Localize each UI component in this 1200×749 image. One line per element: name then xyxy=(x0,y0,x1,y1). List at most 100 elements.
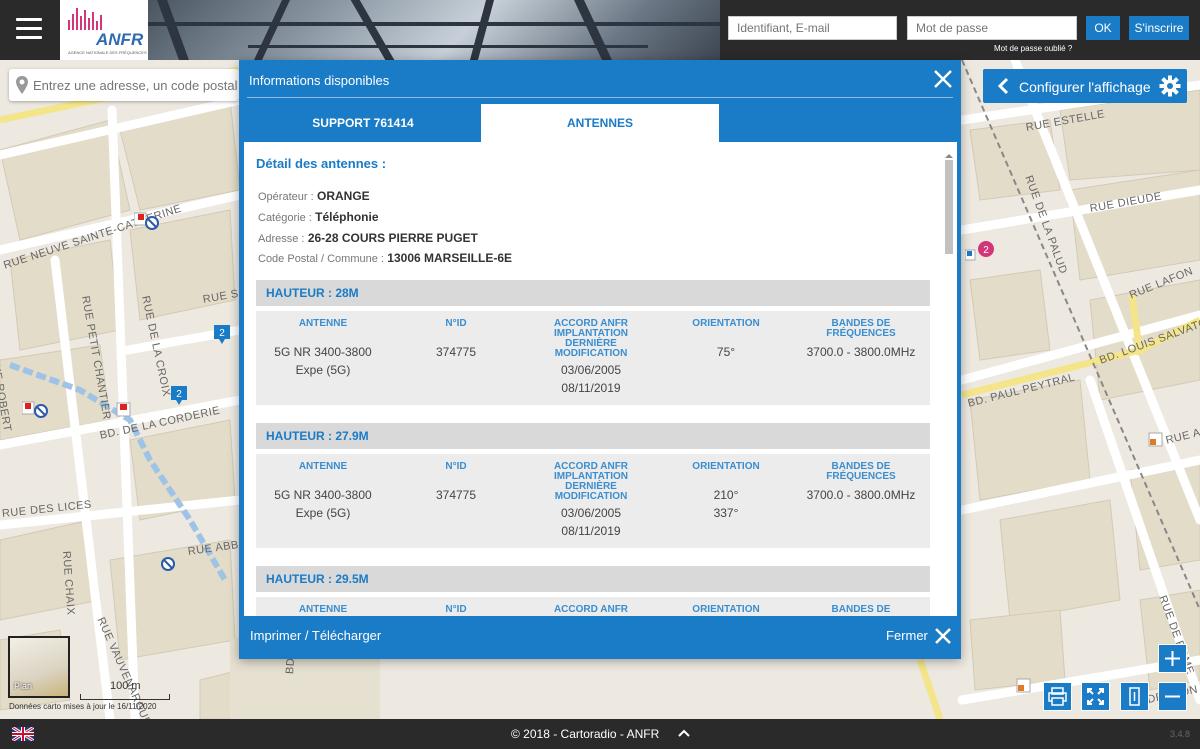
col-header-bandes: BANDES DE FRÉQUENCES xyxy=(826,461,896,482)
legend-button[interactable] xyxy=(1120,682,1149,711)
legend-icon xyxy=(1129,687,1140,706)
height-header: HAUTEUR : 27.9M xyxy=(256,423,930,449)
scrollbar-thumb[interactable] xyxy=(945,160,953,254)
top-bar: ANFR AGENCE NATIONALE DES FRÉQUENCES OK … xyxy=(0,0,1200,60)
copyright-text: © 2018 - Cartoradio - ANFR xyxy=(511,727,660,741)
anfr-logo[interactable]: ANFR AGENCE NATIONALE DES FRÉQUENCES xyxy=(60,0,148,60)
header-photo xyxy=(148,0,720,60)
bottom-bar: © 2018 - Cartoradio - ANFR 3.4.8 xyxy=(0,719,1200,749)
gear-icon xyxy=(1159,75,1181,97)
address-value: 26-28 COURS PIERRE PUGET xyxy=(307,231,478,245)
antenna-row: ANTENNE N°ID ACCORD ANFR IMPLANTATION DE… xyxy=(256,454,930,548)
col-header-id: N°ID xyxy=(445,461,467,472)
height-header: HAUTEUR : 28M xyxy=(256,280,930,306)
antenna-marker[interactable] xyxy=(116,402,132,418)
print-download-link[interactable]: Imprimer / Télécharger xyxy=(250,628,381,643)
basemap-plan-toggle[interactable]: Plan xyxy=(8,636,70,698)
cluster-count: 2 xyxy=(983,245,989,256)
postal-line: Code Postal / Commune : 13006 MARSEILLE-… xyxy=(258,251,513,265)
menu-icon[interactable] xyxy=(16,18,42,40)
bandes-value: 3700.0 - 3800.0MHz xyxy=(806,488,916,502)
height-header: HAUTEUR : 29.5M xyxy=(256,566,930,592)
version-label: 3.4.8 xyxy=(1170,729,1191,739)
cluster-count: 2 xyxy=(219,328,225,339)
register-button[interactable]: S'inscrire xyxy=(1129,16,1189,40)
password-input[interactable] xyxy=(907,16,1077,40)
dates-value: 03/06/2005 08/11/2019 xyxy=(560,363,622,395)
forgot-password-link[interactable]: Mot de passe oublié ? xyxy=(994,44,1072,53)
zoom-out-button[interactable] xyxy=(1158,682,1187,711)
tab-antennes[interactable]: ANTENNES xyxy=(481,104,719,142)
info-modal: Informations disponibles SUPPORT 761414 … xyxy=(239,60,961,659)
antenna-row: ANTENNE N°ID ACCORD ANFR IMPLANTATION DE… xyxy=(256,311,930,405)
chevron-left-icon xyxy=(997,77,1009,95)
fullscreen-button[interactable] xyxy=(1081,682,1110,711)
print-button[interactable] xyxy=(1043,682,1072,711)
logo-bars-icon xyxy=(68,8,108,30)
close-link[interactable]: Fermer xyxy=(886,628,928,643)
zoom-in-button[interactable] xyxy=(1158,644,1187,673)
col-header-bandes: BANDES DE xyxy=(831,604,891,615)
login-input[interactable] xyxy=(728,16,897,40)
col-header-orientation: ORIENTATION xyxy=(692,604,760,615)
ok-button[interactable]: OK xyxy=(1086,16,1120,40)
antenna-marker[interactable] xyxy=(22,400,50,420)
col-header-id: N°ID xyxy=(445,604,467,615)
scroll-up-arrow-icon[interactable] xyxy=(945,154,953,158)
address-search xyxy=(9,69,239,101)
col-header-orientation: ORIENTATION xyxy=(692,318,760,329)
col-header-accord: ACCORD ANFR xyxy=(553,604,629,615)
printer-icon xyxy=(1048,687,1067,706)
col-header-accord: ACCORD ANFR IMPLANTATION DERNIÈRE MODIFI… xyxy=(553,318,629,359)
antenna-marker[interactable] xyxy=(1016,678,1032,694)
id-value: 374775 xyxy=(435,488,477,502)
address-line: Adresse : 26-28 COURS PIERRE PUGET xyxy=(258,231,478,245)
orientation-value: 210° 337° xyxy=(713,488,739,520)
fullscreen-icon xyxy=(1087,688,1104,705)
plus-icon xyxy=(1165,651,1180,666)
close-icon[interactable] xyxy=(933,626,953,646)
bandes-value: 3700.0 - 3800.0MHz xyxy=(806,345,916,359)
antenna-marker[interactable] xyxy=(160,556,176,572)
logo-subtitle: AGENCE NATIONALE DES FRÉQUENCES xyxy=(68,50,147,55)
category-value: Téléphonie xyxy=(315,210,379,224)
configure-display-label: Configurer l'affichage xyxy=(1019,79,1151,95)
col-header-id: N°ID xyxy=(445,318,467,329)
id-value: 374775 xyxy=(435,345,477,359)
search-input[interactable] xyxy=(33,69,239,101)
cluster-count: 2 xyxy=(176,389,182,400)
uk-flag-icon[interactable] xyxy=(12,727,34,741)
modal-title: Informations disponibles xyxy=(249,73,390,88)
logo-text: ANFR xyxy=(96,30,144,49)
dates-value: 03/06/2005 08/11/2019 xyxy=(560,506,622,538)
antenne-value: 5G NR 3400-3800 Expe (5G) xyxy=(274,345,372,377)
chevron-up-icon[interactable] xyxy=(678,728,690,738)
antenna-marker[interactable] xyxy=(1148,432,1164,448)
antennas-panel[interactable]: Détail des antennes : Opérateur : ORANGE… xyxy=(244,142,957,616)
antenna-marker[interactable]: 2 xyxy=(965,240,997,266)
antenna-marker[interactable] xyxy=(134,212,160,232)
location-pin-icon xyxy=(16,76,28,94)
antenna-row: ANTENNE N°ID ACCORD ANFR ORIENTATION BAN… xyxy=(256,597,930,616)
configure-display-button[interactable]: Configurer l'affichage xyxy=(983,69,1187,103)
antenne-value: 5G NR 3400-3800 Expe (5G) xyxy=(274,488,372,520)
detail-title: Détail des antennes : xyxy=(256,156,387,171)
col-header-antenne: ANTENNE xyxy=(298,318,348,329)
col-header-bandes: BANDES DE FRÉQUENCES xyxy=(826,318,896,339)
col-header-antenne: ANTENNE xyxy=(298,461,348,472)
operator-line: Opérateur : ORANGE xyxy=(258,189,370,203)
scrollbar[interactable] xyxy=(944,154,954,614)
scale-bar xyxy=(80,694,170,700)
scale-label: 100 m xyxy=(110,680,141,692)
cluster-marker[interactable]: 2 xyxy=(213,324,231,346)
plan-label: Plan xyxy=(14,681,33,691)
map-update-date: Données carto mises à jour le 16/11/2020 xyxy=(9,702,157,711)
tab-support[interactable]: SUPPORT 761414 xyxy=(244,104,482,142)
orientation-value: 75° xyxy=(716,345,736,359)
category-line: Catégorie : Téléphonie xyxy=(258,210,379,224)
minus-icon xyxy=(1165,695,1180,698)
cluster-marker[interactable]: 2 xyxy=(170,385,188,407)
postal-value: 13006 MARSEILLE-6E xyxy=(387,251,513,265)
col-header-accord: ACCORD ANFR IMPLANTATION DERNIÈRE MODIFI… xyxy=(553,461,629,502)
close-icon[interactable] xyxy=(932,68,954,90)
